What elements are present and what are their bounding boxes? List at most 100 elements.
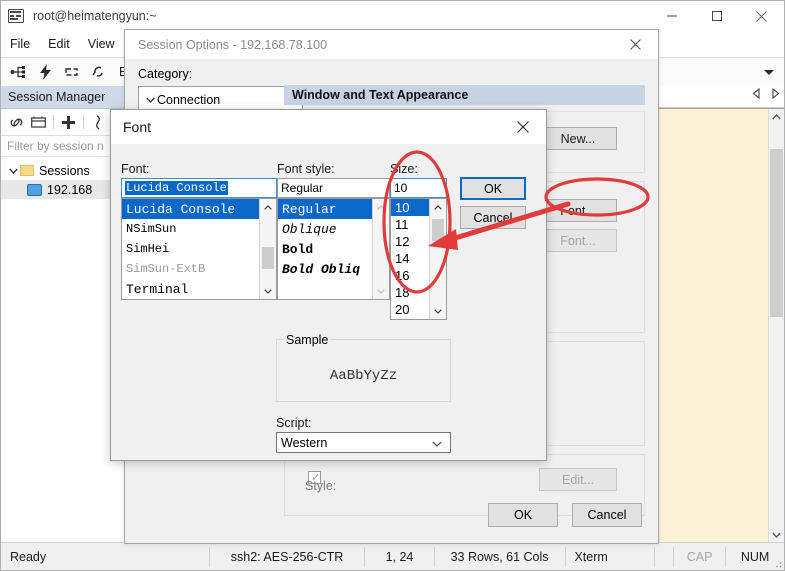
tree-item-host[interactable]: 192.168 [1,180,124,199]
disconnect-icon[interactable] [90,63,108,81]
menu-item-file[interactable]: File [1,34,39,54]
sample-text: AaBbYyZz [329,368,398,384]
close-icon[interactable] [613,30,658,59]
resize-grip-icon[interactable] [772,558,782,568]
scroll-up-icon[interactable] [430,199,446,215]
tree-item-sessions[interactable]: Sessions [1,161,124,180]
scroll-up-icon[interactable] [769,109,784,124]
scrollbar-thumb[interactable] [770,149,783,317]
scrollbar-thumb[interactable] [432,219,444,241]
quick-connect-icon[interactable] [36,63,54,81]
status-ready: Ready [10,549,47,564]
scroll-up-icon[interactable] [373,199,389,215]
terminal-scrollbar[interactable] [768,109,784,542]
scrollbar-thumb[interactable] [262,247,274,269]
new-button[interactable]: New... [539,127,617,150]
tab-scroll-arrows [752,87,780,102]
status-cursor-position: 1, 24 [385,549,414,564]
window-controls [649,1,784,31]
size-input[interactable]: 10 [390,178,447,198]
font-name-value: Lucida Console [125,181,228,195]
font-list-item[interactable]: SimHei [122,239,276,259]
tab-scroll-right-icon[interactable] [771,87,780,102]
font-list-item[interactable]: Lucida Console [122,199,263,219]
font-dialog-title-bar: Font [111,110,546,144]
filter-input[interactable]: Filter by session n [1,136,124,157]
font-style-label: Font style: [277,162,335,176]
tab-scroll-left-icon[interactable] [752,87,761,102]
size-value: 10 [394,181,408,195]
title-bar: root@heimatengyun:~ [1,1,784,31]
scroll-up-icon[interactable] [260,199,276,215]
script-value: Western [281,435,328,450]
scroll-down-icon[interactable] [260,283,276,299]
scroll-down-icon[interactable] [430,303,446,319]
font-button-disabled: Font... [539,229,617,252]
status-spacer [655,543,673,570]
script-label: Script: [276,416,312,430]
session-options-title: Session Options - 192.168.78.100 [138,37,328,52]
size-list[interactable]: 10 11 12 14 16 18 20 [390,198,447,320]
font-list-item[interactable]: Terminal [122,279,276,299]
font-style-list-scrollbar[interactable] [372,199,389,299]
monitor-icon [27,183,42,196]
font-dialog-ok-button[interactable]: OK [460,177,526,200]
font-style-list-item[interactable]: Regular [278,199,377,219]
font-list-item[interactable]: SimSun-ExtB [122,259,276,279]
chevron-down-icon[interactable] [7,168,20,174]
chevron-down-icon[interactable] [144,97,157,103]
screen-root: root@heimatengyun:~ File Edit View Sessi… [0,0,785,571]
font-name-input[interactable]: Lucida Console [121,178,277,198]
toolbar-divider-2 [83,115,84,129]
session-manager-panel: Session Manager Filter by session n Sess… [1,86,125,542]
toolbar-overflow-icon[interactable] [760,63,778,81]
category-label: Category: [138,67,193,81]
status-bar: Ready ssh2: AES-256-CTR 1, 24 33 Rows, 6… [1,542,784,570]
window-title: root@heimatengyun:~ [33,9,157,23]
scroll-down-icon[interactable] [769,527,784,542]
status-dimensions: 33 Rows, 61 Cols [450,549,549,564]
font-style-input[interactable]: Regular [277,178,390,198]
session-options-ok-button[interactable]: OK [488,503,558,527]
script-select[interactable]: Western [276,432,451,453]
scroll-down-icon[interactable] [373,283,389,299]
status-cipher: ssh2: AES-256-CTR [230,549,344,564]
sample-legend: Sample [283,333,332,347]
maximize-icon[interactable] [694,1,739,31]
session-manager-toolbar [1,109,124,136]
folder-icon [20,165,34,176]
section-header: Window and Text Appearance [284,85,645,105]
plus-icon[interactable] [61,115,76,130]
toolbar-divider [53,115,54,129]
style-label: Style: [305,479,337,493]
font-list-item[interactable]: NSimSun [122,219,276,239]
close-icon[interactable] [503,113,543,141]
font-label: Font: [121,162,150,176]
font-dialog-cancel-button[interactable]: Cancel [460,206,526,229]
chevron-down-icon[interactable] [432,436,450,450]
folder-icon[interactable] [31,115,46,130]
session-options-cancel-button[interactable]: Cancel [572,503,642,527]
import-icon[interactable] [91,114,106,130]
category-item-connection[interactable]: Connection [139,90,302,109]
connect-icon[interactable] [9,63,27,81]
font-dialog: Font Font: Lucida Console Lucida Console… [110,109,547,461]
link-icon[interactable] [9,115,24,130]
font-style-value: Regular [281,181,324,195]
menu-item-edit[interactable]: Edit [39,34,79,54]
status-caps-lock: CAP [686,549,713,564]
reconnect-icon[interactable] [63,63,81,81]
close-icon[interactable] [739,1,784,31]
terminal-app-icon [8,8,26,24]
font-button[interactable]: Font... [539,199,617,222]
font-list[interactable]: Lucida Console NSimSun SimHei SimSun-Ext… [121,198,277,300]
size-label: Size: [390,162,418,176]
size-list-scrollbar[interactable] [429,199,446,319]
font-dialog-body: Font: Lucida Console Lucida Console NSim… [111,144,546,460]
minimize-icon[interactable] [649,1,694,31]
session-tree: Sessions 192.168 [1,157,124,199]
menu-item-view[interactable]: View [79,34,124,54]
tree-item-label: 192.168 [47,182,93,197]
font-style-list[interactable]: Regular Oblique Bold Bold Obliq [277,198,390,300]
font-list-scrollbar[interactable] [259,199,276,299]
